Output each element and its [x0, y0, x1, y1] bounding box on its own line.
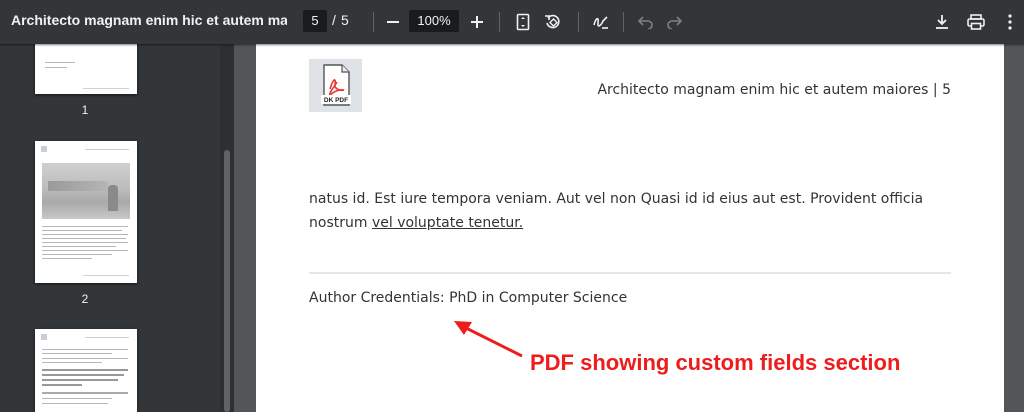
annotation-label: PDF showing custom fields section	[530, 350, 901, 375]
toolbar-divider	[373, 12, 374, 32]
thumb-text-line	[42, 403, 108, 404]
dk-pdf-logo: DK PDF	[309, 59, 362, 112]
thumbnail-label-1: 1	[81, 103, 89, 117]
thumb-text-line	[42, 242, 128, 243]
page-thumbnail-3[interactable]	[35, 329, 137, 412]
thumb-text-line	[42, 384, 82, 386]
thumb-figure	[108, 185, 118, 211]
thumb-text-line	[42, 358, 128, 359]
document-title: Architecto magnam enim hic et autem mai.…	[11, 12, 287, 28]
redo-icon[interactable]	[662, 10, 686, 34]
page-number-input[interactable]: 5	[303, 10, 327, 32]
thumb-header-line	[85, 149, 129, 150]
thumb-text-line	[42, 226, 128, 227]
thumb-text-line	[42, 254, 112, 255]
thumb-footer-line	[83, 88, 129, 89]
toolbar-divider	[499, 12, 500, 32]
author-credentials: Author Credentials: PhD in Computer Scie…	[309, 290, 628, 306]
thumbnail-label-2: 2	[81, 292, 89, 306]
print-icon[interactable]	[964, 10, 988, 34]
annotation-arrow-icon	[454, 321, 523, 358]
toolbar: Architecto magnam enim hic et autem mai.…	[0, 0, 1024, 44]
page-thumbnail-1[interactable]	[35, 44, 137, 94]
thumbnail-sidebar: 1 2	[0, 44, 220, 412]
body-link[interactable]: vel voluptate tenetur.	[372, 215, 523, 231]
thumb-text-line	[42, 379, 118, 381]
sidebar-scrollbar-thumb[interactable]	[224, 150, 230, 412]
thumb-logo	[41, 334, 47, 340]
zoom-in-icon[interactable]	[465, 10, 489, 34]
page-header: Architecto magnam enim hic et autem maio…	[597, 82, 951, 98]
more-icon[interactable]	[998, 10, 1022, 34]
fit-page-icon[interactable]	[511, 10, 535, 34]
thumb-text-line	[42, 374, 124, 376]
logo-text: DK PDF	[324, 97, 348, 104]
zoom-out-icon[interactable]	[381, 10, 405, 34]
thumb-image	[42, 163, 130, 219]
thumb-text-line	[45, 67, 67, 68]
thumb-text-line	[42, 258, 92, 259]
section-divider	[309, 272, 951, 274]
thumb-header-line	[85, 337, 129, 338]
thumb-text-line	[42, 349, 128, 350]
toolbar-divider	[578, 12, 579, 32]
thumb-text-line	[42, 369, 128, 371]
thumb-text-line	[42, 246, 116, 247]
page-thumbnail-2[interactable]	[35, 141, 137, 283]
annotate-icon[interactable]	[589, 10, 613, 34]
rotate-icon[interactable]	[541, 10, 565, 34]
thumb-text-line	[45, 62, 75, 63]
thumb-text-line	[42, 238, 126, 239]
total-pages: 5	[341, 12, 349, 28]
thumb-text-line	[42, 353, 112, 354]
zoom-level-input[interactable]: 100%	[409, 10, 459, 32]
thumb-logo	[41, 146, 47, 152]
thumb-text-line	[42, 230, 122, 231]
page-separator: /	[332, 12, 336, 28]
download-icon[interactable]	[930, 10, 954, 34]
thumb-text-line	[42, 392, 128, 394]
thumb-text-line	[42, 250, 128, 251]
page-body-text: natus id. Est iure tempora veniam. Aut v…	[309, 187, 959, 235]
toolbar-divider	[623, 12, 624, 32]
thumb-footer-line	[83, 275, 129, 276]
thumb-text-line	[42, 234, 128, 235]
pdf-viewer: Architecto magnam enim hic et autem mai.…	[0, 0, 1024, 412]
undo-icon[interactable]	[634, 10, 658, 34]
thumb-skyline	[48, 181, 108, 191]
thumb-text-line	[42, 362, 102, 363]
thumb-text-line	[42, 398, 112, 399]
